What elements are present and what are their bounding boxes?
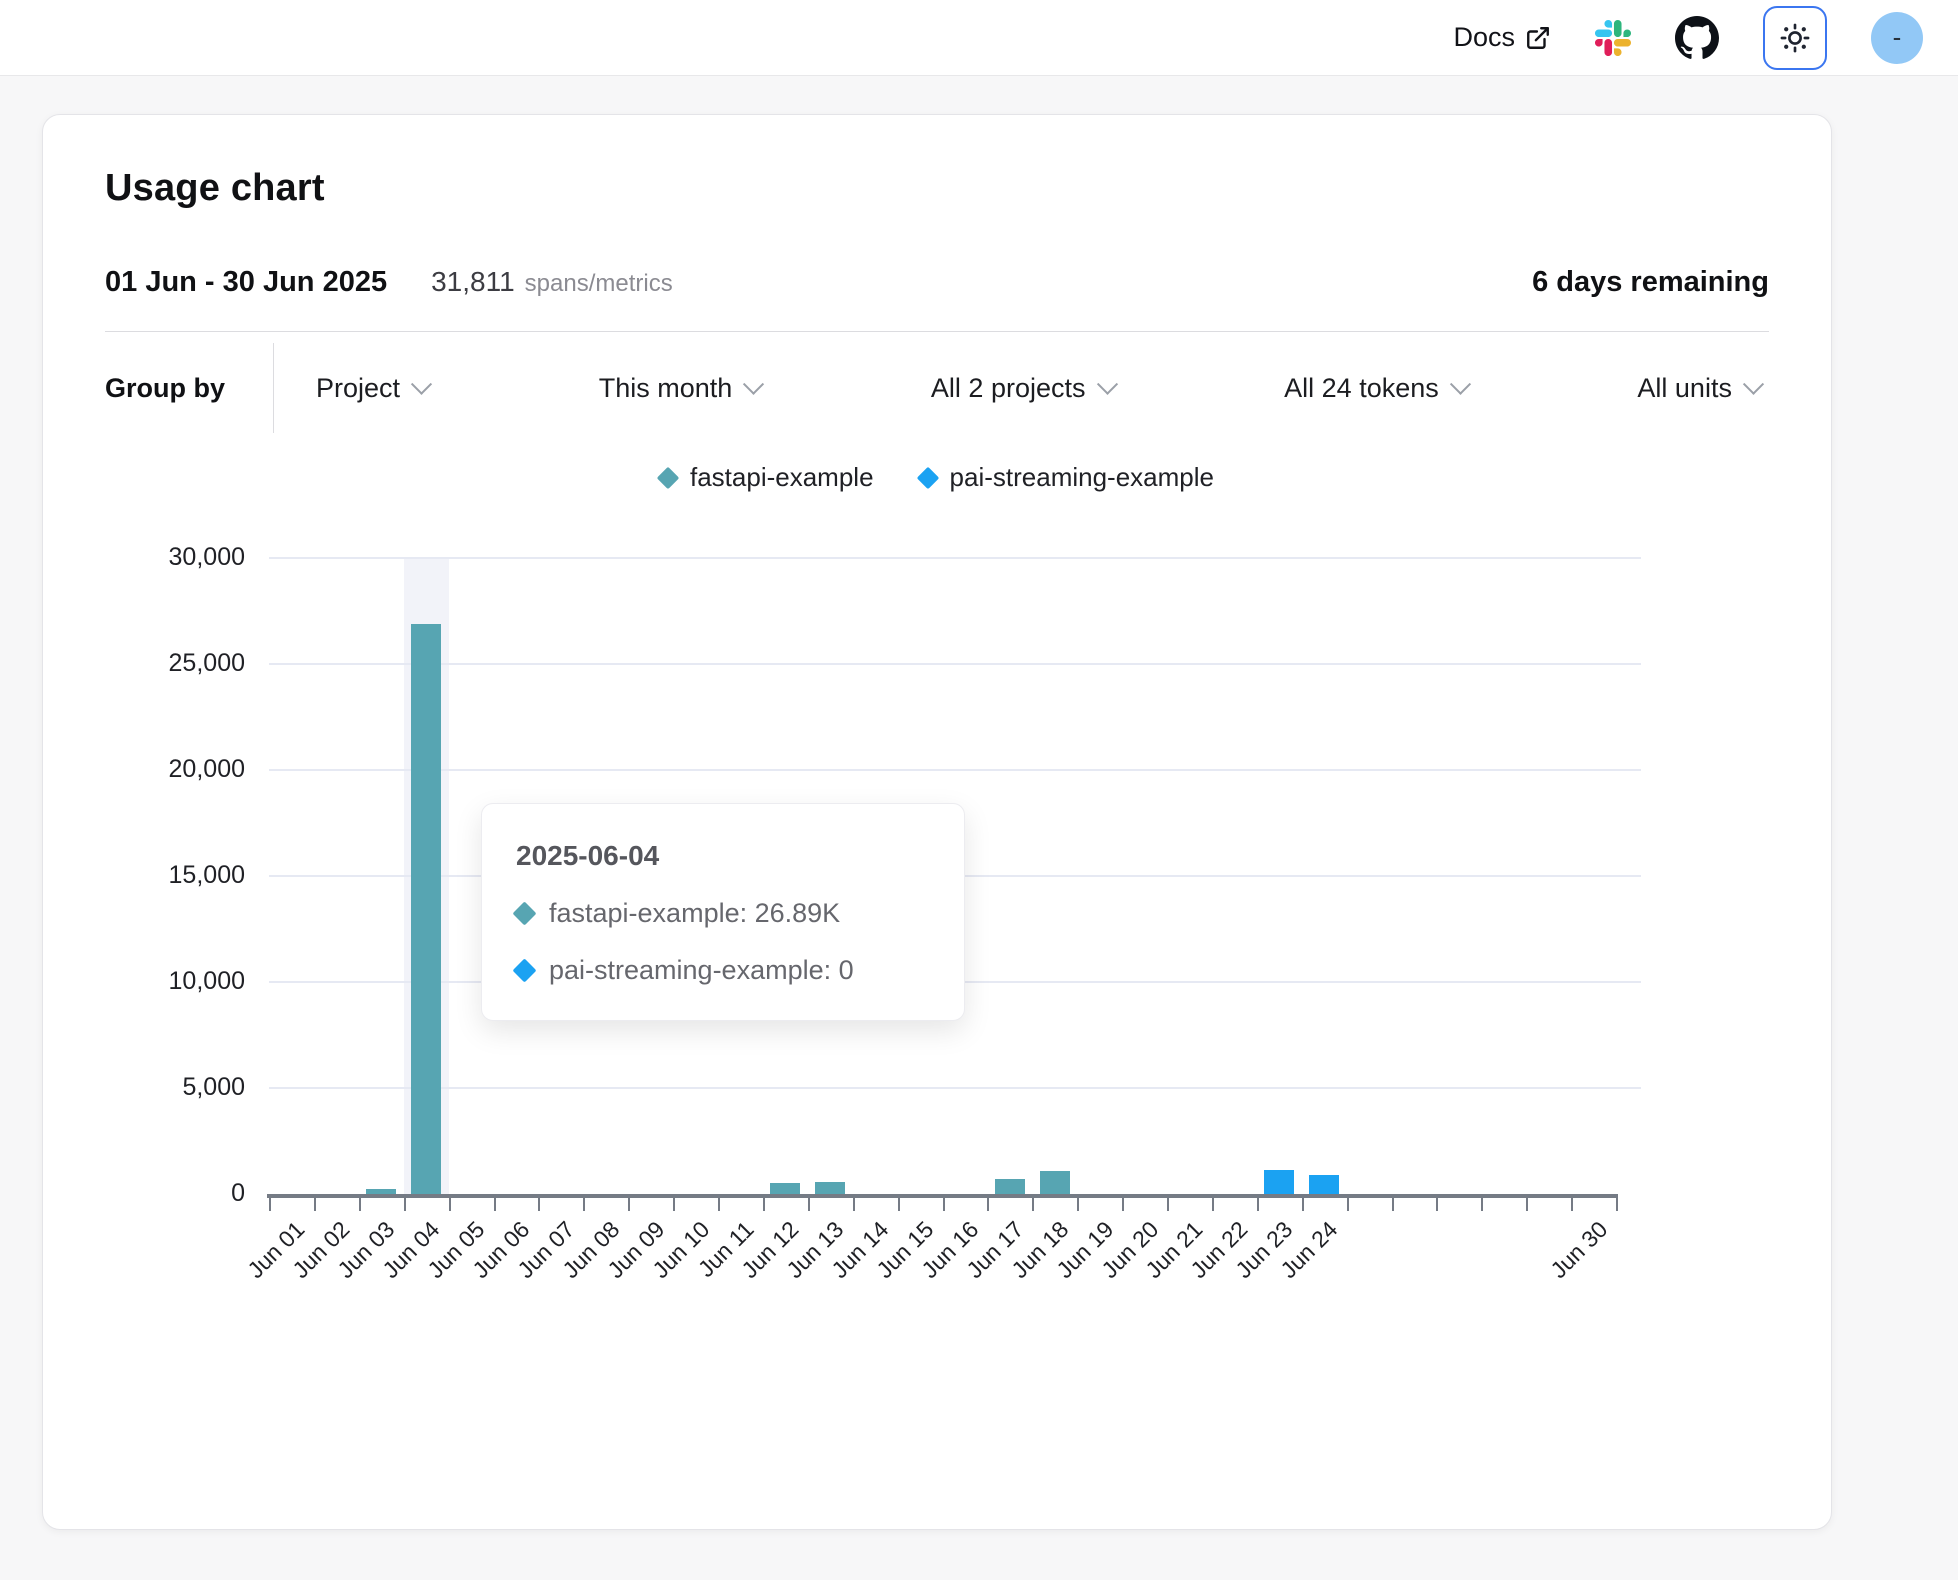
dropdown-units-filter[interactable]: All units: [1637, 373, 1761, 404]
bar-fastapi-example-jun-18[interactable]: [1040, 1171, 1070, 1194]
x-axis-tick: [1347, 1198, 1349, 1211]
legend-label: fastapi-example: [690, 462, 874, 493]
docs-link-label: Docs: [1453, 22, 1515, 53]
y-gridline: [269, 1087, 1641, 1089]
x-axis-tick: [269, 1198, 271, 1211]
topbar: Docs: [0, 0, 1958, 76]
date-range: 01 Jun - 30 Jun 2025: [105, 266, 387, 299]
tooltip-row: pai-streaming-example: 0: [516, 955, 930, 986]
x-axis-tick: [1571, 1198, 1573, 1211]
usage-meta-row: 01 Jun - 30 Jun 2025 31,811 spans/metric…: [105, 266, 1769, 299]
dropdown-time-range[interactable]: This month: [599, 373, 762, 404]
dropdown-tokens-filter[interactable]: All 24 tokens: [1284, 373, 1468, 404]
x-axis-tick: [1122, 1198, 1124, 1211]
filter-row: Group by Project This month All 2 projec…: [105, 332, 1769, 444]
x-axis-tick: [583, 1198, 585, 1211]
x-axis-tick: [314, 1198, 316, 1211]
y-gridline: [269, 769, 1641, 771]
x-axis-tick: [1302, 1198, 1304, 1211]
x-axis-tick: [538, 1198, 540, 1211]
chevron-down-icon: [411, 373, 432, 394]
x-axis-tick: [1077, 1198, 1079, 1211]
y-axis-tick-label: 5,000: [105, 1073, 245, 1102]
chart-tooltip: 2025-06-04 fastapi-example: 26.89K pai-s…: [481, 803, 965, 1021]
x-axis-tick: [673, 1198, 675, 1211]
x-axis-tick: [898, 1198, 900, 1211]
usage-bar-chart: 2025-06-04 fastapi-example: 26.89K pai-s…: [105, 503, 1769, 1333]
y-axis-tick-label: 25,000: [105, 649, 245, 678]
x-axis-tick: [494, 1198, 496, 1211]
docs-link[interactable]: Docs: [1453, 22, 1551, 53]
tooltip-date: 2025-06-04: [516, 840, 930, 872]
x-axis-tick: [1392, 1198, 1394, 1211]
dropdown-group-by-project[interactable]: Project: [316, 373, 429, 404]
x-axis-tick: [808, 1198, 810, 1211]
y-axis-tick-label: 10,000: [105, 967, 245, 996]
dropdown-projects-filter[interactable]: All 2 projects: [931, 373, 1115, 404]
theme-toggle-button[interactable]: [1763, 6, 1827, 70]
series-diamond-icon: [512, 958, 536, 982]
y-axis-tick-label: 30,000: [105, 543, 245, 572]
y-axis-tick-label: 20,000: [105, 755, 245, 784]
y-gridline: [269, 663, 1641, 665]
bar-pai-streaming-example-jun-24[interactable]: [1309, 1175, 1339, 1194]
series-diamond-icon: [512, 901, 536, 925]
bar-pai-streaming-example-jun-23[interactable]: [1264, 1170, 1294, 1194]
days-remaining: 6 days remaining: [1532, 266, 1769, 299]
page-body: Usage chart 01 Jun - 30 Jun 2025 31,811 …: [0, 114, 1958, 1530]
legend-item-pai-streaming-example[interactable]: pai-streaming-example: [920, 462, 1214, 493]
bar-fastapi-example-jun-12[interactable]: [770, 1183, 800, 1194]
x-axis-tick: [449, 1198, 451, 1211]
y-axis-tick-label: 15,000: [105, 861, 245, 890]
x-axis-tick: [359, 1198, 361, 1211]
sun-icon: [1779, 22, 1811, 54]
x-axis-tick: [404, 1198, 406, 1211]
x-axis-tick: [628, 1198, 630, 1211]
usage-total: 31,811: [431, 266, 515, 298]
y-gridline: [269, 557, 1641, 559]
x-axis-tick: [1526, 1198, 1528, 1211]
bar-fastapi-example-jun-13[interactable]: [815, 1182, 845, 1194]
series-diamond-icon: [916, 466, 939, 489]
group-by-label: Group by: [105, 373, 225, 404]
x-axis-tick-label: Jun 30: [1545, 1216, 1613, 1284]
x-axis-tick: [1032, 1198, 1034, 1211]
x-axis-tick: [1212, 1198, 1214, 1211]
legend-item-fastapi-example[interactable]: fastapi-example: [660, 462, 874, 493]
chart-legend: fastapi-example pai-streaming-example: [105, 462, 1769, 493]
y-axis-tick-label: 0: [105, 1179, 245, 1208]
page-title: Usage chart: [105, 167, 1769, 210]
x-axis-tick: [987, 1198, 989, 1211]
chevron-down-icon: [743, 373, 764, 394]
x-axis-tick: [1616, 1198, 1618, 1211]
x-axis-tick: [943, 1198, 945, 1211]
x-axis-tick: [763, 1198, 765, 1211]
vertical-divider: [273, 343, 274, 433]
x-axis-tick: [1481, 1198, 1483, 1211]
x-axis-tick: [853, 1198, 855, 1211]
x-axis-tick: [718, 1198, 720, 1211]
bar-fastapi-example-jun-17[interactable]: [995, 1179, 1025, 1194]
x-axis-tick: [1167, 1198, 1169, 1211]
tooltip-row: fastapi-example: 26.89K: [516, 898, 930, 929]
chevron-down-icon: [1450, 373, 1471, 394]
bar-fastapi-example-jun-04[interactable]: [411, 624, 441, 1194]
chevron-down-icon: [1743, 373, 1764, 394]
github-icon[interactable]: [1675, 16, 1719, 60]
legend-label: pai-streaming-example: [950, 462, 1214, 493]
usage-total-unit: spans/metrics: [525, 270, 673, 298]
usage-chart-card: Usage chart 01 Jun - 30 Jun 2025 31,811 …: [42, 114, 1832, 1530]
x-axis-tick: [1436, 1198, 1438, 1211]
slack-icon[interactable]: [1595, 20, 1631, 56]
series-diamond-icon: [657, 466, 680, 489]
chevron-down-icon: [1096, 373, 1117, 394]
x-axis-tick: [1257, 1198, 1259, 1211]
avatar[interactable]: -: [1871, 12, 1923, 64]
external-link-icon: [1525, 25, 1551, 51]
